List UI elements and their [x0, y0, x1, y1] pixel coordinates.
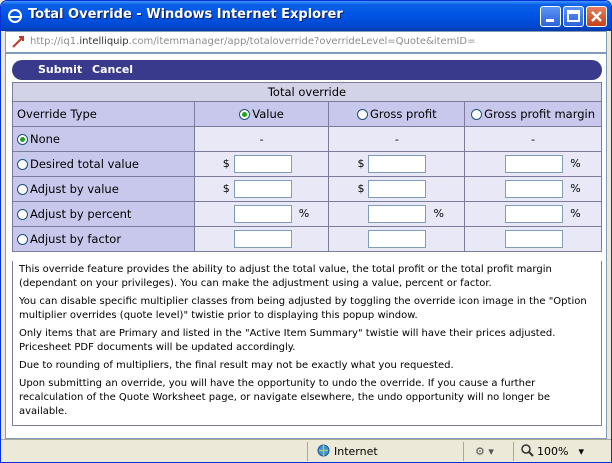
adjust-value-margin-input[interactable]: [505, 180, 564, 198]
row-adjust-by-value: Adjust by value $ $ %: [12, 176, 602, 202]
column-value[interactable]: Value: [193, 101, 330, 127]
adjust-percent-gross-profit-input[interactable]: [368, 205, 427, 223]
note-paragraph: This override feature provides the abili…: [19, 264, 552, 289]
desired-total-value-input[interactable]: [233, 155, 292, 173]
maximize-button[interactable]: [563, 6, 584, 27]
address-bar[interactable]: http://iq1.intelliquip.com/itemmanager/a…: [5, 31, 607, 53]
override-type-label: Override Type: [12, 101, 195, 127]
page-content: Submit Cancel Total override Override Ty…: [5, 53, 607, 439]
row-none-label[interactable]: None: [12, 126, 195, 152]
globe-icon: [317, 444, 330, 457]
adjust-percent-value-input[interactable]: [233, 205, 292, 223]
percent-symbol: %: [570, 157, 581, 170]
column-gross-profit-margin[interactable]: Gross profit margin: [464, 101, 602, 127]
adjust-by-value-radio[interactable]: [17, 184, 28, 195]
adjust-factor-gross-profit-input[interactable]: [368, 230, 427, 248]
gross-profit-radio[interactable]: [357, 109, 368, 120]
row-adjust-value-label[interactable]: Adjust by value: [12, 176, 195, 202]
percent-symbol: %: [570, 182, 581, 195]
note-paragraph: You can disable specific multiplier clas…: [19, 296, 587, 321]
close-button[interactable]: [586, 6, 607, 27]
title-bar[interactable]: Total Override - Windows Internet Explor…: [1, 1, 611, 31]
note-paragraph: Only items that are Primary and listed i…: [19, 328, 556, 353]
minimize-icon: [546, 19, 554, 22]
column-gross-profit[interactable]: Gross profit: [328, 101, 466, 127]
adjust-percent-margin-input[interactable]: [505, 205, 564, 223]
value-dash: -: [259, 132, 264, 146]
desired-total-margin-input[interactable]: [505, 155, 564, 173]
override-notes: This override feature provides the abili…: [12, 261, 602, 426]
gross-profit-dash: -: [394, 132, 399, 146]
percent-symbol: %: [570, 207, 581, 220]
close-icon: [591, 11, 602, 22]
security-zone[interactable]: Internet: [317, 444, 378, 458]
adjust-factor-value-input[interactable]: [233, 230, 292, 248]
chevron-down-icon: ▾: [578, 445, 584, 458]
ie-logo-icon: [8, 9, 22, 23]
adjust-by-percent-radio[interactable]: [17, 209, 28, 220]
gross-margin-dash: -: [531, 132, 536, 146]
currency-symbol: $: [357, 182, 365, 195]
row-adjust-by-factor: Adjust by factor: [12, 226, 602, 252]
note-paragraph: Due to rounding of multipliers, the fina…: [19, 360, 454, 371]
desired-total-radio[interactable]: [17, 159, 28, 170]
desired-total-gross-profit-input[interactable]: [368, 155, 427, 173]
row-none: None - - -: [12, 126, 602, 152]
browser-window: Total Override - Windows Internet Explor…: [0, 0, 612, 463]
status-divider: [513, 442, 514, 461]
percent-symbol: %: [298, 207, 310, 220]
zoom-magnifier-icon: [521, 444, 534, 457]
address-url: http://iq1.intelliquip.com/itemmanager/a…: [30, 36, 476, 47]
status-bar: Internet ⚙ ▾ 100% ▾: [1, 439, 611, 462]
submit-button[interactable]: Submit: [38, 63, 82, 76]
override-table: Total override Override Type Value Gross…: [12, 82, 602, 252]
percent-symbol: %: [433, 207, 444, 220]
maximize-icon: [567, 10, 580, 22]
row-desired-total-label[interactable]: Desired total value: [12, 151, 195, 177]
none-radio[interactable]: [17, 134, 28, 145]
protected-mode-icon[interactable]: ⚙ ▾: [475, 445, 494, 458]
row-adjust-by-percent: Adjust by percent % % %: [12, 201, 602, 227]
minimize-button[interactable]: [540, 6, 561, 27]
currency-symbol: $: [357, 157, 365, 170]
zoom-control[interactable]: 100% ▾: [521, 444, 584, 458]
action-toolbar: Submit Cancel: [12, 60, 602, 80]
cancel-button[interactable]: Cancel: [92, 63, 133, 76]
status-divider: [307, 442, 308, 461]
adjust-value-value-input[interactable]: [233, 180, 292, 198]
currency-symbol: $: [222, 182, 230, 195]
adjust-factor-margin-input[interactable]: [505, 230, 564, 248]
table-title: Total override: [12, 82, 602, 102]
row-desired-total-value: Desired total value $ $ %: [12, 151, 602, 177]
value-radio[interactable]: [239, 109, 251, 120]
note-paragraph: Upon submitting an override, you will ha…: [19, 378, 550, 417]
currency-symbol: $: [222, 157, 230, 170]
gross-profit-margin-radio[interactable]: [471, 109, 483, 120]
window-title: Total Override - Windows Internet Explor…: [28, 7, 343, 22]
adjust-by-factor-radio[interactable]: [17, 234, 28, 245]
page-icon: [12, 36, 24, 48]
row-adjust-percent-label[interactable]: Adjust by percent: [12, 201, 195, 227]
row-adjust-factor-label[interactable]: Adjust by factor: [12, 226, 195, 252]
status-divider: [463, 442, 464, 461]
adjust-value-gross-profit-input[interactable]: [368, 180, 427, 198]
